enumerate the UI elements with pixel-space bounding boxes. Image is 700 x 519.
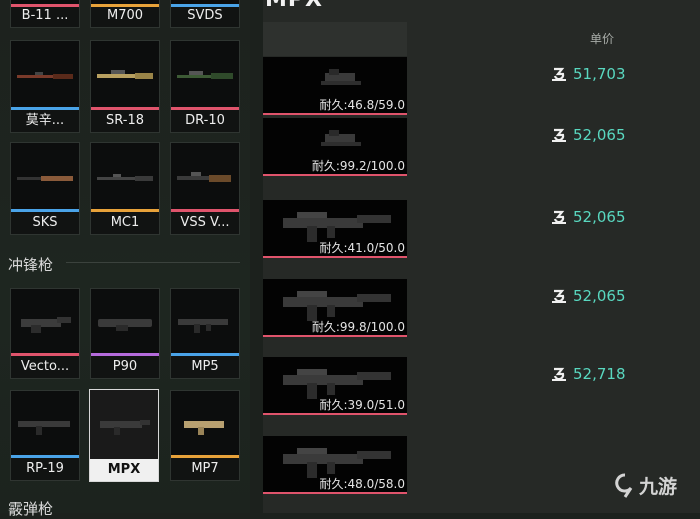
durability-label: 耐久:46.8/59.0 [319,98,405,112]
mp5-smg-icon [171,289,239,356]
currency-icon [552,67,566,81]
section-title-smg: 冲锋枪 [8,256,54,274]
column-header-unit-price: 单价 [590,32,615,46]
mc1-rifle-icon [91,143,159,212]
weapon-card-label: Vecto... [11,356,79,378]
vss-rifle-icon [171,143,239,212]
listing-row[interactable]: 耐久:99.2/100.0 52,065 [263,118,700,178]
weapon-card-label: MC1 [91,212,159,234]
weapon-card-mc1[interactable]: MC1 [90,142,160,235]
scope-part-icon [321,130,361,146]
price-value: 52,065 [573,208,626,226]
weapon-card-mosin[interactable]: 莫辛... [10,40,80,133]
rp19-smg-icon [11,391,79,458]
weapon-card-label: DR-10 [171,110,239,132]
durability-label: 耐久:41.0/50.0 [319,241,405,255]
weapon-card-p90[interactable]: P90 [90,288,160,379]
item-thumbnail: 耐久:41.0/50.0 [263,200,407,258]
sks-rifle-icon [11,143,79,212]
weapon-card-mpx[interactable]: MPX [89,389,159,482]
p90-smg-icon [91,289,159,356]
weapon-card-vector[interactable]: Vecto... [10,288,80,379]
watermark-text: 九游 [639,476,678,498]
listing-row[interactable]: 耐久:99.8/100.0 52,065 [263,279,700,339]
weapon-card-m700[interactable]: M700 [90,0,160,28]
sr18-rifle-icon [91,41,159,110]
listing-header-item-cell [263,22,407,56]
weapon-card-mp5[interactable]: MP5 [170,288,240,379]
weapon-card-label: B-11 ... [11,5,79,27]
weapon-card-sks[interactable]: SKS [10,142,80,235]
weapon-card-label: M700 [91,5,159,27]
price-value: 52,718 [573,365,626,383]
dr10-rifle-icon [171,41,239,110]
weapon-card-label: SVDS [171,5,239,27]
weapon-card-svds[interactable]: SVDS [170,0,240,28]
weapon-card-sr18[interactable]: SR-18 [90,40,160,133]
currency-icon [552,210,566,224]
weapon-card-label: P90 [91,356,159,378]
price-cell: 52,065 [550,208,626,226]
item-thumbnail: 耐久:99.8/100.0 [263,279,407,337]
scope-part-icon [321,69,361,85]
section-title-shotgun: 霰弹枪 [8,500,54,518]
rarity-bar [263,335,407,337]
section-divider [66,262,240,263]
item-thumbnail: 耐久:99.2/100.0 [263,118,407,176]
weapon-card-label: SR-18 [91,110,159,132]
weapon-card-label: SKS [11,212,79,234]
price-value: 52,065 [573,126,626,144]
price-value: 51,703 [573,65,626,83]
durability-label: 耐久:99.8/100.0 [311,320,405,334]
page-title: MPX [265,0,323,12]
weapon-card-b11[interactable]: B-11 ... [10,0,80,28]
weapon-card-label: 莫辛... [11,110,79,132]
weapon-card-label: MP5 [171,356,239,378]
price-cell: 52,065 [550,126,626,144]
price-value: 52,065 [573,287,626,305]
mosin-rifle-icon [11,41,79,110]
mpx-smg-icon [90,390,158,459]
rarity-bar [263,256,407,258]
item-thumbnail: 耐久:39.0/51.0 [263,357,407,415]
price-cell: 52,718 [550,365,626,383]
weapon-card-label: RP-19 [11,458,79,480]
currency-icon [552,289,566,303]
weapon-card-label: MP7 [171,458,239,480]
ninegame-logo-icon [615,472,633,498]
rarity-bar [263,492,407,494]
vector-smg-icon [11,289,79,356]
price-cell: 52,065 [550,287,626,305]
weapon-card-label: MPX [90,459,158,481]
currency-icon [552,367,566,381]
durability-label: 耐久:48.0/58.0 [319,477,405,491]
rarity-bar [263,113,407,115]
item-thumbnail: 耐久:48.0/58.0 [263,436,407,494]
weapon-card-rp19[interactable]: RP-19 [10,390,80,481]
watermark-logo: 九游 [614,472,677,499]
weapon-card-vss[interactable]: VSS V... [170,142,240,235]
mp7-smg-icon [171,391,239,458]
listing-row[interactable]: 耐久:39.0/51.0 52,718 [263,357,700,417]
item-thumbnail: 耐久:46.8/59.0 [263,57,407,115]
listing-row[interactable]: 耐久:46.8/59.0 51,703 [263,57,700,117]
durability-label: 耐久:99.2/100.0 [311,159,405,173]
rarity-bar [263,413,407,415]
weapon-card-dr10[interactable]: DR-10 [170,40,240,133]
price-cell: 51,703 [550,65,626,83]
rarity-bar [263,174,407,176]
listing-row[interactable]: 耐久:41.0/50.0 52,065 [263,200,700,260]
currency-icon [552,128,566,142]
weapon-card-mp7[interactable]: MP7 [170,390,240,481]
durability-label: 耐久:39.0/51.0 [319,398,405,412]
weapon-card-label: VSS V... [171,212,239,234]
